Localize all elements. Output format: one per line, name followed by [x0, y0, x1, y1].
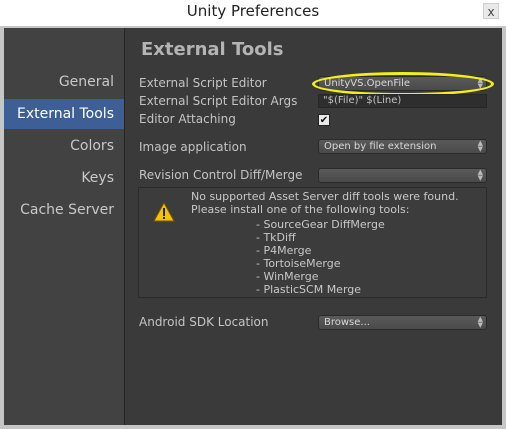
tool-item: - TortoiseMerge	[256, 257, 341, 270]
image-application-dropdown[interactable]: Open by file extension ▲ ▼	[318, 139, 487, 154]
title-bar: Unity Preferences x	[0, 0, 506, 26]
android-sdk-location-dropdown[interactable]: Browse... ▲ ▼	[318, 315, 487, 330]
android-sdk-location-value: Browse...	[324, 317, 370, 328]
editor-attaching-checkbox[interactable]: ✔	[318, 114, 330, 126]
notice-line-2: Please install one of the following tool…	[191, 203, 410, 216]
dropdown-arrows-icon: ▲ ▼	[477, 168, 483, 182]
tool-item: - PlasticSCM Merge	[256, 283, 362, 296]
sidebar-item-cache-server[interactable]: Cache Server	[0, 195, 114, 225]
external-script-editor-dropdown[interactable]: UnityVS.OpenFile ▲ ▼	[318, 76, 487, 91]
external-script-editor-value: UnityVS.OpenFile	[324, 78, 411, 89]
tool-item: - WinMerge	[256, 270, 319, 283]
external-script-editor-label: External Script Editor	[139, 76, 267, 90]
image-application-label: Image application	[139, 140, 247, 154]
dropdown-arrows-icon: ▲ ▼	[477, 76, 483, 90]
notice-text: No supported Asset Server diff tools wer…	[191, 190, 459, 216]
dropdown-arrows-icon: ▲ ▼	[477, 315, 483, 329]
sidebar: General External Tools Colors Keys Cache…	[4, 28, 125, 425]
sidebar-item-general[interactable]: General	[0, 67, 114, 97]
revision-control-label: Revision Control Diff/Merge	[139, 168, 303, 182]
android-sdk-location-label: Android SDK Location	[139, 315, 269, 329]
sidebar-item-external-tools[interactable]: External Tools	[4, 99, 124, 129]
image-application-value: Open by file extension	[324, 141, 437, 152]
tool-item: - TkDiff	[256, 231, 296, 244]
sidebar-item-keys[interactable]: Keys	[0, 163, 114, 193]
window-title: Unity Preferences	[186, 2, 320, 20]
tool-item: - SourceGear DiffMerge	[256, 218, 385, 231]
diff-tools-notice: No supported Asset Server diff tools wer…	[138, 187, 487, 298]
dropdown-arrows-icon: ▲ ▼	[477, 139, 483, 153]
close-button[interactable]: x	[483, 3, 499, 19]
tool-item: - P4Merge	[256, 244, 312, 257]
preferences-panel: External Tools External Script Editor Un…	[125, 28, 502, 425]
editor-attaching-label: Editor Attaching	[139, 112, 236, 126]
external-script-editor-args-field[interactable]: "$(File)" $(Line)	[318, 94, 487, 108]
revision-control-dropdown[interactable]: ▲ ▼	[318, 168, 487, 183]
notice-line-1: No supported Asset Server diff tools wer…	[191, 190, 459, 203]
warning-icon	[153, 202, 175, 222]
sidebar-item-colors[interactable]: Colors	[0, 131, 114, 161]
external-script-editor-args-label: External Script Editor Args	[139, 94, 298, 108]
page-title: External Tools	[141, 39, 284, 60]
